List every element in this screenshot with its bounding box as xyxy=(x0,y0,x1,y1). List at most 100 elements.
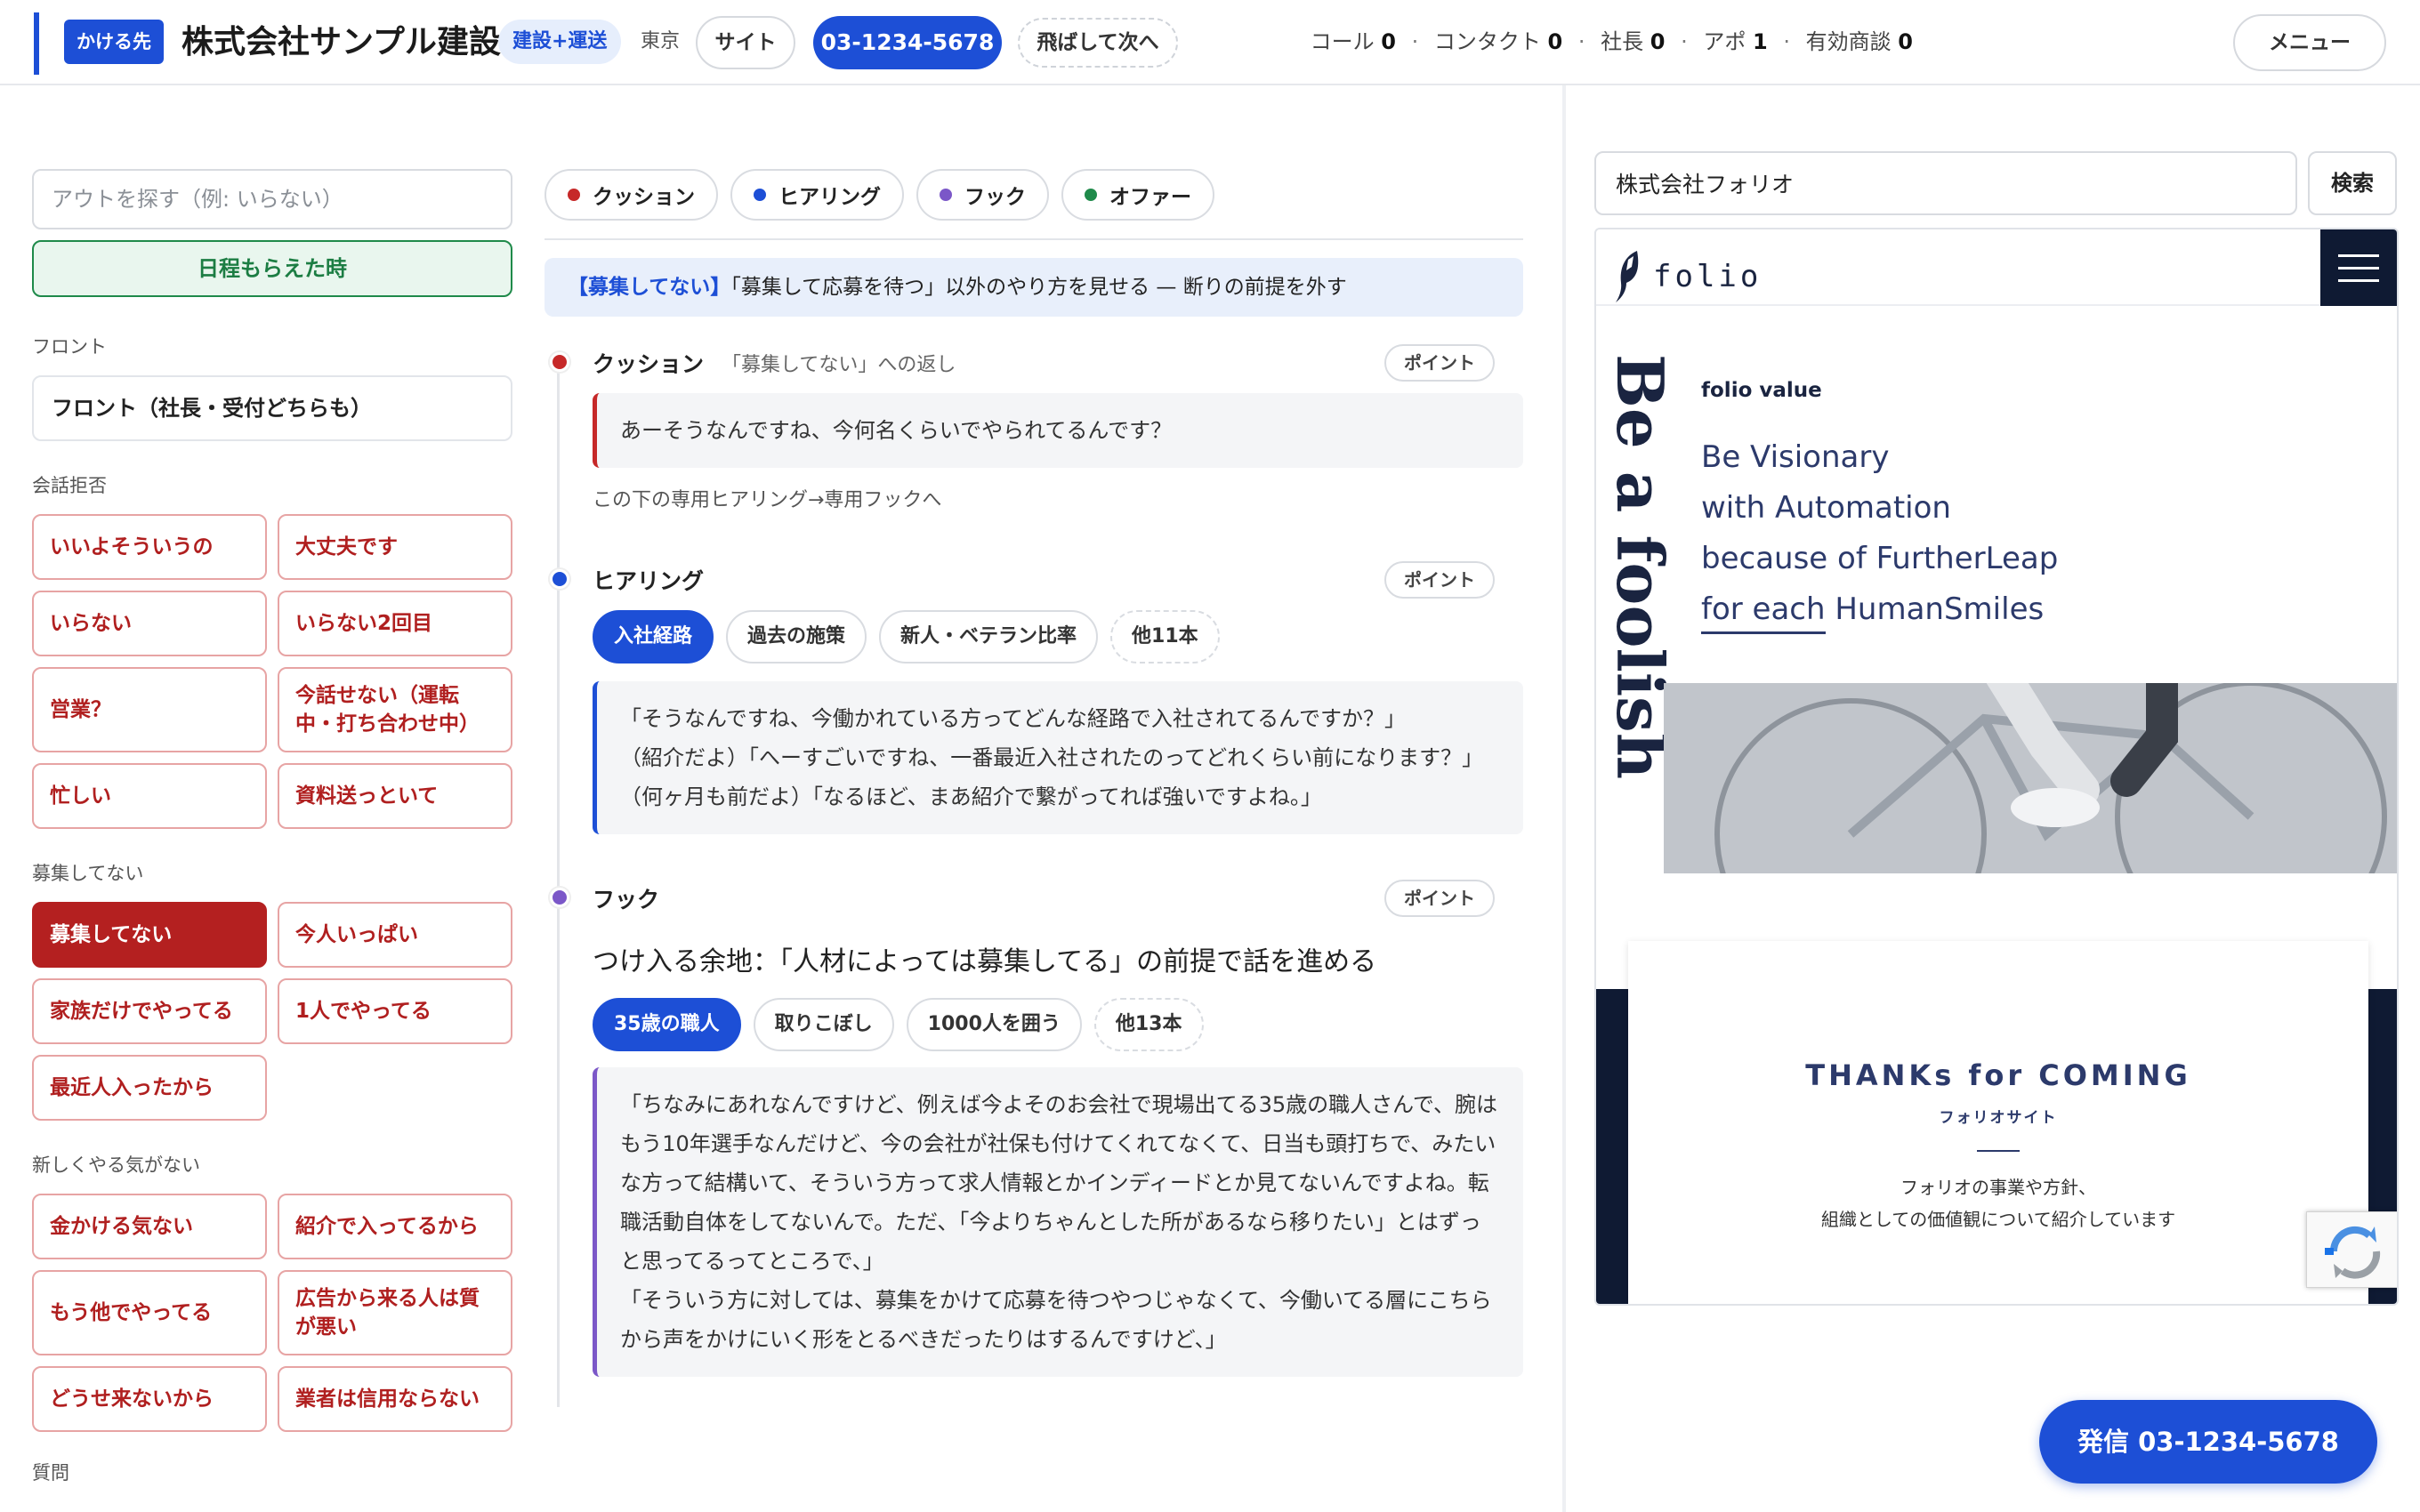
objection-chip[interactable]: 1人でやってる xyxy=(278,978,512,1044)
schedule-obtained-button[interactable]: 日程もらえた時 xyxy=(32,240,512,297)
objection-chip[interactable]: 大丈夫です xyxy=(278,514,512,580)
tab-offer[interactable]: オファー xyxy=(1061,169,1214,221)
tab-label: オファー xyxy=(1109,186,1191,209)
refusal-chip-grid: いいよそういうの 大丈夫です いらない いらない2回目 営業？ 今話せない（運転… xyxy=(32,514,512,829)
objection-chip[interactable]: 広告から来る人は質が悪い xyxy=(278,1270,512,1355)
banner-text: 「募集して応募を待つ」以外のやり方を見せる — 断りの前提を外す xyxy=(730,276,1347,299)
objection-chip[interactable]: 紹介で入ってるから xyxy=(278,1194,512,1259)
skip-next-button[interactable]: 飛ばして次へ xyxy=(1018,18,1178,68)
value-line: Be Visionary xyxy=(1701,439,1890,475)
bicycle-image-icon xyxy=(1664,683,2397,873)
thanks-divider xyxy=(1977,1150,2020,1152)
site-button[interactable]: サイト xyxy=(696,16,795,69)
objection-chip[interactable]: いらない xyxy=(32,591,267,656)
folio-leaf-icon xyxy=(1616,251,1639,302)
step-title: フック xyxy=(593,887,660,913)
strategy-banner: 【募集してない】「募集して応募を待つ」以外のやり方を見せる — 断りの前提を外す xyxy=(544,258,1523,317)
objection-chip[interactable]: 金かける気ない xyxy=(32,1194,267,1259)
objection-chip[interactable]: 家族だけでやってる xyxy=(32,978,267,1044)
hearing-chip[interactable]: 過去の施策 xyxy=(726,610,867,664)
objection-chip[interactable]: 資料送っといて xyxy=(278,763,512,829)
objection-chip[interactable]: 今人いっぱい xyxy=(278,902,512,968)
value-label: folio value xyxy=(1701,379,1822,402)
objection-chip[interactable]: 忙しい xyxy=(32,763,267,829)
stat-contact-value: 0 xyxy=(1547,29,1563,54)
hamburger-menu-icon[interactable] xyxy=(2320,229,2397,306)
objection-chip[interactable]: 営業？ xyxy=(32,667,267,752)
step-title: ヒアリング xyxy=(593,568,705,594)
header-accent-bar xyxy=(34,12,39,75)
hook-chip[interactable]: 1000人を囲う xyxy=(906,998,1082,1051)
point-button[interactable]: ポイント xyxy=(1384,344,1495,382)
hearing-chip[interactable]: 新人・ベテラン比率 xyxy=(879,610,1099,664)
thanks-title: THANKs for COMING xyxy=(1805,1058,2191,1092)
thanks-desc-line: 組織としての価値観について紹介しています xyxy=(1820,1209,2176,1230)
objection-chip[interactable]: 業者は信用ならない xyxy=(278,1366,512,1432)
purple-dot-icon xyxy=(940,189,952,201)
hearing-line: （紹介だよ）「へーすごいですね、一番最近入社されたのってどれくらい前になります？… xyxy=(620,745,1484,770)
industry-tag: 建設+運送 xyxy=(498,20,622,64)
site-header: folio xyxy=(1596,229,2397,306)
hearing-chip-selected[interactable]: 入社経路 xyxy=(593,610,714,664)
value-underline xyxy=(1701,631,1826,634)
thanks-subtitle: フォリオサイト xyxy=(1939,1109,2058,1127)
value-line: because of FurtherLeap xyxy=(1701,541,2059,576)
section-label-refusal: 会話拒否 xyxy=(32,475,107,496)
section-label-no-motivation: 新しくやる気がない xyxy=(32,1154,200,1176)
phase-tabs: クッション ヒアリング フック オファー xyxy=(544,169,1523,240)
stat-contact-label: コンタクト xyxy=(1433,29,1541,54)
step-cushion: クッション 「募集してない」への返し ポイント あーそうなんですね、今何名くらい… xyxy=(544,342,1523,512)
tab-hook[interactable]: フック xyxy=(916,169,1049,221)
step-node-red xyxy=(550,352,569,372)
hook-line: 「そういう方に対しては、募集をかけて応募を待つやつじゃなくて、今働いてる層にこち… xyxy=(620,1288,1492,1352)
tab-hearing[interactable]: ヒアリング xyxy=(730,169,904,221)
stat-deal-label: 有効商談 xyxy=(1805,29,1892,54)
objection-chip[interactable]: 最近人入ったから xyxy=(32,1055,267,1121)
section-label-question: 質問 xyxy=(32,1462,69,1484)
hearing-more-chip[interactable]: 他11本 xyxy=(1110,610,1220,664)
caller-label-badge: かける先 xyxy=(64,20,164,64)
objection-chip-selected[interactable]: 募集してない xyxy=(32,902,267,968)
web-search-bar: 検索 xyxy=(1594,151,2397,215)
front-card[interactable]: フロント（社長・受付どちらも） xyxy=(32,375,512,441)
blue-dot-icon xyxy=(754,189,766,201)
step-node-blue xyxy=(550,569,569,589)
objection-chip[interactable]: もう他でやってる xyxy=(32,1270,267,1355)
point-button[interactable]: ポイント xyxy=(1384,880,1495,917)
hook-chip[interactable]: 取りこぼし xyxy=(753,998,894,1051)
bicycle-photo xyxy=(1664,683,2397,873)
vertical-brand-text: Be a foolish xyxy=(1602,354,1678,816)
cushion-quote: あーそうなんですね、今何名くらいでやられてるんです？ xyxy=(593,393,1523,468)
dial-button[interactable]: 発信 03-1234-5678 xyxy=(2039,1400,2377,1484)
hook-more-chip[interactable]: 他13本 xyxy=(1093,998,1204,1051)
objection-chip[interactable]: いいよそういうの xyxy=(32,514,267,580)
web-search-input[interactable] xyxy=(1594,151,2297,215)
stat-call-value: 0 xyxy=(1381,29,1396,54)
recaptcha-icon xyxy=(2325,1226,2381,1279)
objection-panel: 日程もらえた時 フロント フロント（社長・受付どちらも） 会話拒否 いいよそうい… xyxy=(32,169,512,1501)
step-node-purple xyxy=(550,888,569,907)
phone-button[interactable]: 03-1234-5678 xyxy=(813,16,1002,69)
embedded-website[interactable]: folio Be a foolish folio value Be Vision… xyxy=(1594,228,2399,1306)
objection-chip[interactable]: どうせ来ないから xyxy=(32,1366,267,1432)
menu-button[interactable]: メニュー xyxy=(2233,14,2386,71)
point-button[interactable]: ポイント xyxy=(1384,561,1495,599)
tab-label: クッション xyxy=(593,186,695,209)
hook-chips: 35歳の職人 取りこぼし 1000人を囲う 他13本 xyxy=(593,998,1523,1051)
objection-chip[interactable]: いらない2回目 xyxy=(278,591,512,656)
site-logo[interactable]: folio xyxy=(1614,247,1762,306)
thanks-card: THANKs for COMING フォリオサイト フォリオの事業や方針、 組織… xyxy=(1628,941,2368,1304)
stat-president-label: 社長 xyxy=(1601,29,1644,54)
step-hook: フック ポイント つけ入る余地：「人材によっては募集してる」の前提で話を進める … xyxy=(544,877,1523,1377)
green-dot-icon xyxy=(1085,189,1097,201)
objection-search-input[interactable] xyxy=(32,169,512,229)
tab-cushion[interactable]: クッション xyxy=(544,169,718,221)
web-search-button[interactable]: 検索 xyxy=(2308,151,2397,215)
recaptcha-badge[interactable] xyxy=(2306,1211,2397,1288)
tab-label: フック xyxy=(964,186,1026,209)
hook-chip-selected[interactable]: 35歳の職人 xyxy=(593,998,741,1051)
hook-quote: 「ちなみにあれなんですけど、例えば今よそのお会社で現場出てる35歳の職人さんで、… xyxy=(593,1067,1523,1377)
objection-chip[interactable]: 今話せない（運転中・打ち合わせ中） xyxy=(278,667,512,752)
step-subtitle: 「募集してない」への返し xyxy=(722,354,956,376)
script-timeline: クッション 「募集してない」への返し ポイント あーそうなんですね、今何名くらい… xyxy=(544,342,1523,1407)
